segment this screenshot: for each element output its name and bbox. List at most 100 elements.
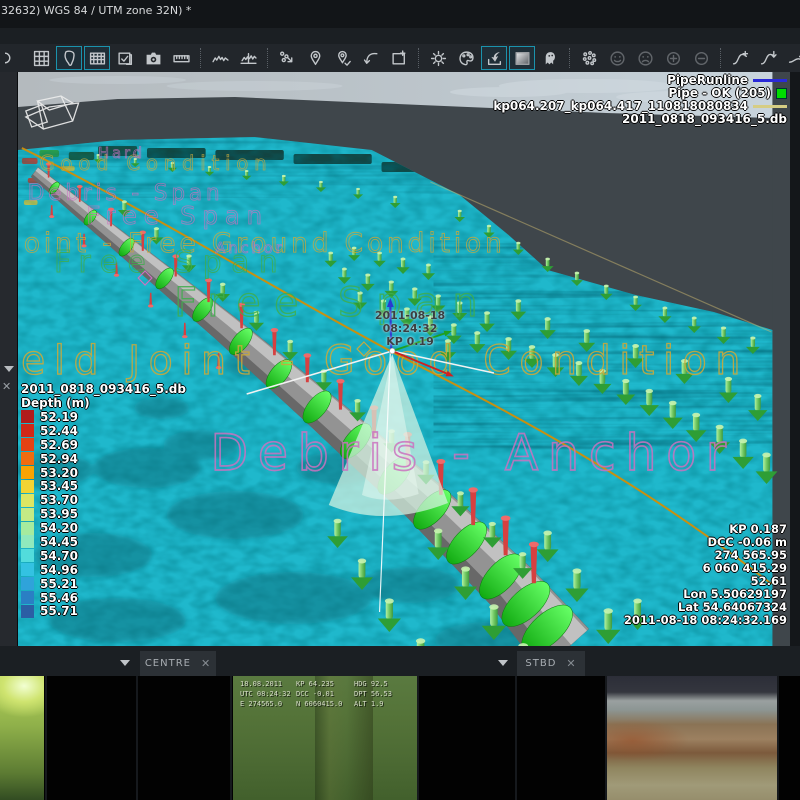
video-port-camera[interactable] xyxy=(0,676,44,800)
watermark-text: Good Condition xyxy=(39,152,272,175)
toolbar-separator xyxy=(418,48,419,68)
depth-swatch xyxy=(21,508,34,521)
new-frame-icon[interactable] xyxy=(386,46,412,70)
legend-swatch xyxy=(753,105,787,108)
watermark-text: Free Span xyxy=(54,244,287,279)
camera-icon[interactable] xyxy=(140,46,166,70)
tab-centre-close-icon[interactable]: ✕ xyxy=(201,657,211,670)
application-window: 32632) WGS 84 / UTM zone 32N) * ✕ xyxy=(0,0,800,800)
depth-value: 52.69 xyxy=(40,438,78,452)
depth-swatch xyxy=(21,577,34,590)
tab-stbd-label: STBD xyxy=(525,658,556,669)
profile-axis-icon[interactable] xyxy=(235,46,261,70)
depth-swatch xyxy=(21,605,34,618)
depth-legend-row: 55.21 xyxy=(21,577,186,591)
brightness-icon[interactable] xyxy=(425,46,451,70)
spline-import-icon[interactable] xyxy=(755,46,781,70)
main-toolbar xyxy=(0,44,800,72)
telemetry-line: 2011-08-18 08:24:32.169 xyxy=(624,614,787,627)
depth-legend-row: 52.94 xyxy=(21,452,186,466)
depth-legend-row: 52.19 xyxy=(21,410,186,424)
video-strip: 18.08.2011KP 64.235HDG 92.5UTC 08:24:32D… xyxy=(0,676,800,800)
depth-swatch xyxy=(21,410,34,423)
tab-stbd[interactable]: STBD ✕ xyxy=(517,651,585,676)
depth-swatch xyxy=(21,452,34,465)
toolbar-separator xyxy=(569,48,570,68)
video-overlay-text: E 274565.0 xyxy=(240,700,282,708)
profile-icon[interactable] xyxy=(207,46,233,70)
import-view-icon[interactable] xyxy=(481,46,507,70)
depth-swatch xyxy=(21,563,34,576)
video-overlay-text: N 6060415.0 xyxy=(296,700,342,708)
pin-partial-icon[interactable] xyxy=(0,46,26,70)
add-point-icon[interactable] xyxy=(660,46,686,70)
video-overlay-text: UTC 08:24:32 xyxy=(240,690,291,698)
menu-band xyxy=(0,28,800,44)
depth-swatch xyxy=(21,494,34,507)
depth-legend-row: 54.45 xyxy=(21,535,186,549)
legend-item: 2011_0818_093416_5.db xyxy=(493,113,787,126)
depth-legend-row: 52.44 xyxy=(21,424,186,438)
world-map-icon[interactable] xyxy=(56,46,82,70)
undo-curve-icon[interactable] xyxy=(358,46,384,70)
watermark-text: Debris - Anchor xyxy=(211,423,736,482)
title-bar: 32632) WGS 84 / UTM zone 32N) * xyxy=(0,0,800,28)
waypoint-icon[interactable] xyxy=(302,46,328,70)
depth-swatch xyxy=(21,424,34,437)
depth-legend-row: 53.45 xyxy=(21,479,186,493)
waypoint-check-icon[interactable] xyxy=(330,46,356,70)
side-panel-strip: ✕ xyxy=(0,72,18,646)
video-overlay-text: ALT 1.9 xyxy=(354,700,384,708)
video-overlay-text: DPT 56.53 xyxy=(354,690,392,698)
depth-legend-row: 52.69 xyxy=(21,438,186,452)
depth-legend-title: 2011_0818_093416_5.db xyxy=(21,382,186,396)
depth-swatch xyxy=(21,480,34,493)
depth-value: 54.45 xyxy=(40,535,78,549)
depth-value: 54.20 xyxy=(40,521,78,535)
window-title: 32632) WGS 84 / UTM zone 32N) * xyxy=(1,4,191,17)
route-points-icon[interactable] xyxy=(274,46,300,70)
ruler-icon[interactable] xyxy=(168,46,194,70)
remove-point-icon[interactable] xyxy=(688,46,714,70)
depth-legend-row: 55.46 xyxy=(21,591,186,605)
video-stbd-camera[interactable] xyxy=(607,676,777,800)
snapshot-window-icon[interactable] xyxy=(112,46,138,70)
spline-flatten-icon[interactable] xyxy=(783,46,800,70)
video-dropdown-icon[interactable] xyxy=(498,660,508,666)
palette-icon[interactable] xyxy=(453,46,479,70)
depth-swatch xyxy=(21,591,34,604)
toolbar-separator xyxy=(267,48,268,68)
telemetry-readout: KP 0.187DCC -0.06 m274 565.956 060 415.2… xyxy=(624,523,787,627)
video-overlay-text: KP 64.235 xyxy=(296,680,334,688)
happy-face-icon[interactable] xyxy=(604,46,630,70)
depth-value: 55.46 xyxy=(40,591,78,605)
spline-add-icon[interactable] xyxy=(727,46,753,70)
point-cloud-icon[interactable] xyxy=(576,46,602,70)
legend-swatch xyxy=(776,88,787,99)
toolbar-separator xyxy=(200,48,201,68)
depth-value: 53.70 xyxy=(40,493,78,507)
tab-centre-label: CENTRE xyxy=(145,658,191,669)
depth-swatch xyxy=(21,535,34,548)
depth-legend-row: 53.70 xyxy=(21,493,186,507)
panel-dropdown-icon[interactable] xyxy=(4,366,14,372)
3d-viewport[interactable]: Good ConditionHardDebris - SpanFree Span… xyxy=(18,72,790,646)
depth-legend-row: 54.20 xyxy=(21,521,186,535)
grid-view-icon[interactable] xyxy=(28,46,54,70)
depth-value: 54.96 xyxy=(40,563,78,577)
depth-value: 53.45 xyxy=(40,479,78,493)
shading-icon[interactable] xyxy=(509,46,535,70)
kp-annotation: 2011-08-18 08:24:32 KP 0.19 xyxy=(345,309,475,348)
video-centre-camera[interactable]: 18.08.2011KP 64.235HDG 92.5UTC 08:24:32D… xyxy=(233,676,417,800)
panel-close-icon[interactable]: ✕ xyxy=(2,380,11,393)
tab-centre[interactable]: CENTRE ✕ xyxy=(140,651,216,676)
video-dropdown-icon[interactable] xyxy=(120,660,130,666)
video-tab-bar: CENTRE ✕ STBD ✕ xyxy=(0,646,800,676)
toolbar-separator xyxy=(720,48,721,68)
annotation-date: 2011-08-18 xyxy=(345,309,475,322)
tab-stbd-close-icon[interactable]: ✕ xyxy=(566,657,576,670)
sad-face-icon[interactable] xyxy=(632,46,658,70)
ghost-mode-icon[interactable] xyxy=(537,46,563,70)
terrain-mesh-icon[interactable] xyxy=(84,46,110,70)
depth-value: 52.19 xyxy=(40,410,78,424)
